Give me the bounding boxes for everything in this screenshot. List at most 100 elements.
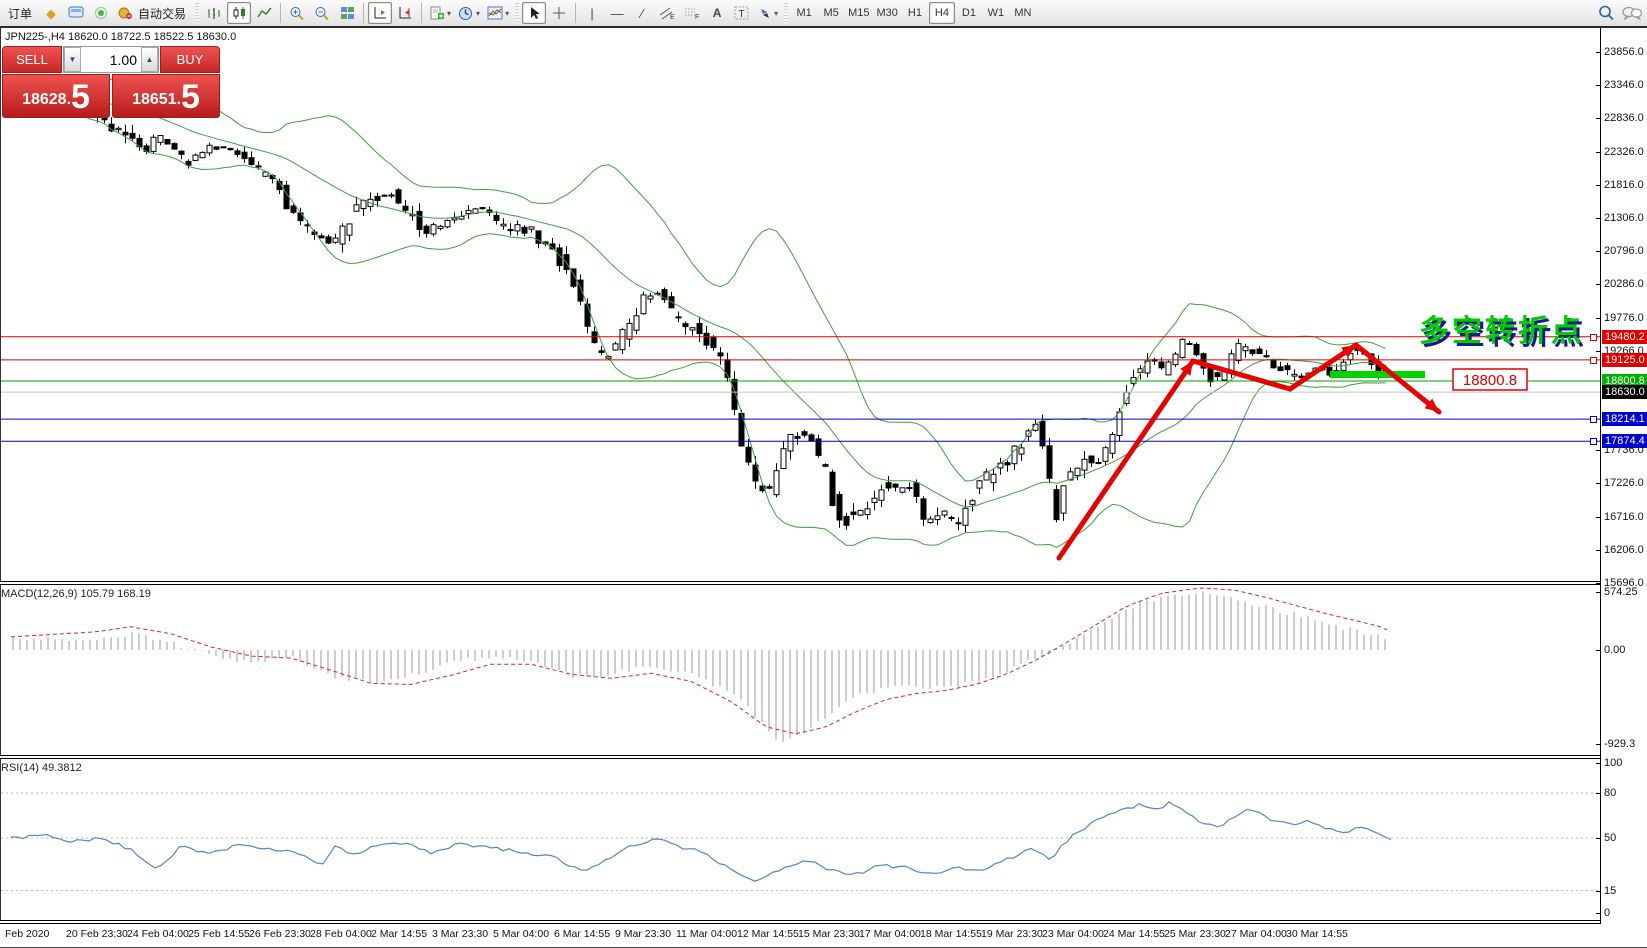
macd-axis-label: 574.25 — [1604, 585, 1638, 598]
zoom-out-icon[interactable] — [310, 2, 334, 24]
main-chart-surface[interactable]: 多空转折点 多空转折点 18800.8 — [0, 28, 1601, 581]
price-level-label: 17874.4 — [1602, 434, 1647, 449]
timeframe-h1[interactable]: H1 — [902, 2, 928, 24]
svg-text:F: F — [695, 14, 699, 20]
sell-price-frac: 5 — [71, 78, 90, 116]
time-axis-label: 25 Mar 23:30 — [1164, 928, 1226, 940]
time-axis[interactable]: Feb 2020 20 Feb 23:30 24 Feb 04:00 25 Feb 1… — [0, 924, 1647, 947]
arrows-dropdown-arrow[interactable]: ▾ — [774, 9, 778, 18]
price-level-label: 18630.0 — [1602, 385, 1647, 400]
buy-button[interactable]: BUY — [160, 46, 220, 73]
data-window-icon[interactable] — [64, 2, 88, 24]
axis-tick-mark — [1596, 118, 1601, 120]
signal-icon[interactable] — [89, 2, 113, 24]
level-anchor-square[interactable] — [1590, 416, 1597, 424]
volume-input[interactable] — [81, 50, 141, 69]
buy-quote[interactable]: 18651. 5 — [112, 74, 220, 118]
sell-quote[interactable]: 18628. 5 — [2, 74, 110, 118]
line-chart-icon[interactable] — [252, 2, 276, 24]
volume-increase-button[interactable]: ▲ — [141, 47, 158, 72]
price-level-label: 18214.1 — [1602, 412, 1647, 427]
templates-icon[interactable]: ▾ — [426, 2, 454, 24]
cursor-tool-icon[interactable] — [522, 2, 547, 24]
horizontal-line-tool-icon[interactable]: — — [605, 2, 629, 24]
time-axis-label: 26 Feb 23:30 — [249, 928, 311, 940]
buy-price-frac: 5 — [181, 78, 200, 116]
toolbar-grip[interactable] — [195, 3, 200, 23]
text-label-tool-icon[interactable]: T — [730, 2, 754, 24]
macd-axis-label: -929.3 — [1604, 737, 1636, 750]
timeframe-m30[interactable]: M30 — [874, 2, 901, 24]
time-axis-label: 28 Feb 04:00 — [310, 928, 372, 940]
axis-tick-mark — [1596, 650, 1601, 651]
chart-shift-icon[interactable] — [393, 2, 417, 24]
timeframe-h4[interactable]: H4 — [928, 2, 955, 24]
level-anchor-square[interactable] — [1590, 356, 1597, 364]
toolbar-grip[interactable] — [784, 3, 789, 23]
market-watch-icon[interactable]: ◆ — [39, 2, 63, 24]
price-tick-label: 16716.0 — [1604, 510, 1644, 523]
level-anchor-square[interactable] — [1590, 438, 1597, 446]
time-axis-label: 25 Feb 14:55 — [188, 928, 250, 940]
axis-tick-mark — [1596, 85, 1601, 87]
axis-tick-mark — [1596, 763, 1601, 764]
time-axis-label: 23 Mar 04:00 — [1042, 928, 1104, 940]
periods-dropdown-arrow[interactable]: ▾ — [476, 9, 480, 18]
price-level-label: 19125.0 — [1602, 352, 1647, 367]
price-tick-label: 16206.0 — [1604, 543, 1644, 556]
price-tick-label: 23856.0 — [1604, 46, 1644, 58]
axis-tick-mark — [1596, 913, 1601, 914]
timeframe-m15[interactable]: M15 — [845, 2, 872, 24]
templates-dropdown-arrow[interactable]: ▾ — [447, 9, 451, 18]
vertical-line-tool-icon[interactable]: | — [580, 2, 604, 24]
rsi-axis-label: 50 — [1604, 832, 1617, 844]
axis-tick-mark — [1596, 317, 1601, 319]
periods-icon[interactable]: ▾ — [455, 2, 483, 24]
volume-decrease-button[interactable]: ▼ — [64, 47, 81, 72]
tile-windows-icon[interactable] — [335, 2, 359, 24]
macd-pane-surface[interactable] — [0, 585, 1600, 755]
toolbar: 订单 ◆ 自动交易 ▾ ▾ ▾ | — ∕ E F A T ▾ M1 M5 M1… — [0, 0, 1647, 28]
time-axis-label: Feb 2020 — [5, 928, 50, 940]
price-level-label: 19480.2 — [1602, 329, 1647, 344]
timeframe-m5[interactable]: M5 — [818, 2, 844, 24]
zoom-in-icon[interactable] — [285, 2, 309, 24]
new-order-button[interactable]: 订单 — [2, 2, 38, 24]
timeframe-m1[interactable]: M1 — [791, 2, 817, 24]
equidistant-channel-tool-icon[interactable]: E — [655, 2, 679, 24]
auto-scroll-icon[interactable] — [368, 2, 393, 24]
search-icon[interactable] — [1594, 2, 1618, 24]
toolbar-grip[interactable] — [515, 3, 520, 23]
one-click-trade-panel: SELL ▼ ▲ BUY 18628.5 18651.5 — [2, 46, 220, 118]
macd-axis-label: 0.00 — [1604, 644, 1626, 656]
timeframe-mn[interactable]: MN — [1010, 2, 1036, 24]
rsi-pane-surface[interactable] — [0, 759, 1601, 920]
text-tool-icon[interactable]: A — [705, 2, 729, 24]
level-anchor-square[interactable] — [1590, 333, 1597, 341]
axis-tick-mark — [1596, 450, 1601, 452]
indicators-dropdown-arrow[interactable]: ▾ — [505, 9, 509, 18]
timeframe-d1[interactable]: D1 — [956, 2, 982, 24]
axis-tick-mark — [1596, 151, 1601, 153]
sell-button[interactable]: SELL — [2, 46, 62, 73]
axis-tick-mark — [1596, 583, 1601, 584]
time-axis-label: 27 Mar 04:00 — [1225, 928, 1287, 940]
time-axis-label: 20 Feb 23:30 — [66, 928, 128, 940]
axis-tick-mark — [1596, 549, 1601, 551]
price-tick-label: 20286.0 — [1604, 278, 1644, 291]
buy-price-main: 18651 — [132, 91, 177, 108]
chat-icon[interactable] — [1619, 2, 1645, 24]
axis-tick-mark — [1596, 838, 1601, 839]
indicators-icon[interactable]: ▾ — [484, 2, 512, 24]
crosshair-tool-icon[interactable] — [547, 2, 571, 24]
arrows-tool-icon[interactable]: ▾ — [755, 2, 781, 24]
fibonacci-tool-icon[interactable]: F — [680, 2, 704, 24]
candlestick-chart-icon[interactable] — [227, 2, 252, 24]
price-tick-label: 21306.0 — [1604, 211, 1644, 224]
autotrading-button[interactable]: 自动交易 — [114, 2, 192, 24]
timeframe-w1[interactable]: W1 — [983, 2, 1009, 24]
trendline-tool-icon[interactable]: ∕ — [630, 2, 654, 24]
rsi-axis-label: 100 — [1604, 757, 1623, 769]
bar-chart-icon[interactable] — [202, 2, 226, 24]
volume-control: ▼ ▲ — [63, 46, 159, 73]
